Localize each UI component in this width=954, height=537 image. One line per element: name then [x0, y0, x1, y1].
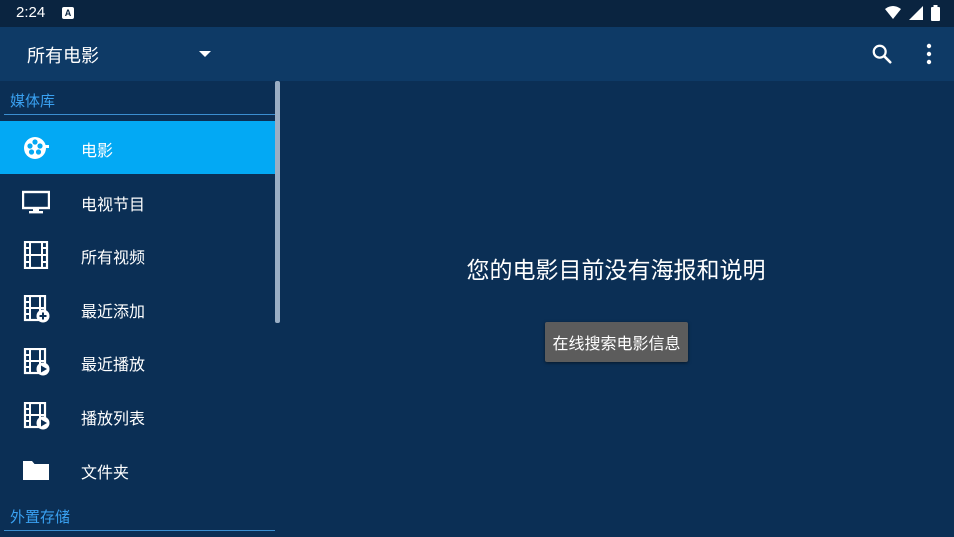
film-strip-icon — [23, 241, 49, 269]
folder-icon — [23, 461, 49, 480]
more-vert-icon[interactable] — [920, 43, 938, 65]
empty-state-message: 您的电影目前没有海报和说明 — [466, 258, 766, 284]
film-playlist-icon — [23, 402, 50, 430]
search-online-button[interactable]: 在线搜索电影信息 — [545, 322, 688, 362]
nav-item-recently-added[interactable]: 最近添加 — [0, 282, 279, 335]
nav-item-label: 最近添加 — [81, 302, 146, 321]
nav-item-folders[interactable]: 文件夹 — [0, 443, 279, 496]
nav-item-playlists[interactable]: 播放列表 — [0, 389, 279, 442]
signal-icon — [909, 6, 923, 20]
section-header-external-storage: 外置存储 — [4, 497, 275, 531]
wifi-icon — [885, 6, 901, 19]
status-time: 2:24 — [16, 4, 46, 21]
page-title[interactable]: 所有电影 — [27, 42, 99, 68]
status-bar: 2:24 A — [0, 0, 954, 27]
nav-item-movies[interactable]: 电影 — [0, 121, 279, 174]
nav-item-label: 播放列表 — [81, 409, 146, 428]
nav-item-all-videos[interactable]: 所有视频 — [0, 228, 279, 281]
nav-item-label: 最近播放 — [81, 355, 146, 374]
nav-item-label: 电影 — [81, 141, 114, 160]
status-icons — [885, 5, 940, 21]
movie-reel-icon — [24, 137, 49, 159]
notification-a-icon: A — [62, 7, 74, 19]
search-icon[interactable] — [871, 43, 893, 65]
navigation-drawer: 媒体库 电影 电视节目 所有视频 最近添加 最近播放 播放列表 文件夹 外置存储 — [0, 81, 280, 537]
nav-item-tv-shows[interactable]: 电视节目 — [0, 175, 279, 228]
nav-item-recently-played[interactable]: 最近播放 — [0, 335, 279, 388]
film-play-icon — [23, 348, 50, 376]
app-bar: 所有电影 — [0, 27, 954, 81]
section-header-library: 媒体库 — [4, 81, 275, 115]
section-header-label: 媒体库 — [10, 92, 56, 110]
battery-icon — [931, 5, 940, 21]
main-content: 您的电影目前没有海报和说明 在线搜索电影信息 — [280, 81, 954, 537]
film-add-icon — [23, 295, 50, 323]
section-header-label: 外置存储 — [10, 508, 71, 526]
tv-monitor-icon — [22, 190, 50, 214]
nav-item-label: 文件夹 — [81, 463, 130, 482]
chevron-down-icon[interactable] — [199, 51, 211, 57]
nav-item-label: 所有视频 — [81, 248, 146, 267]
nav-item-label: 电视节目 — [81, 195, 146, 214]
